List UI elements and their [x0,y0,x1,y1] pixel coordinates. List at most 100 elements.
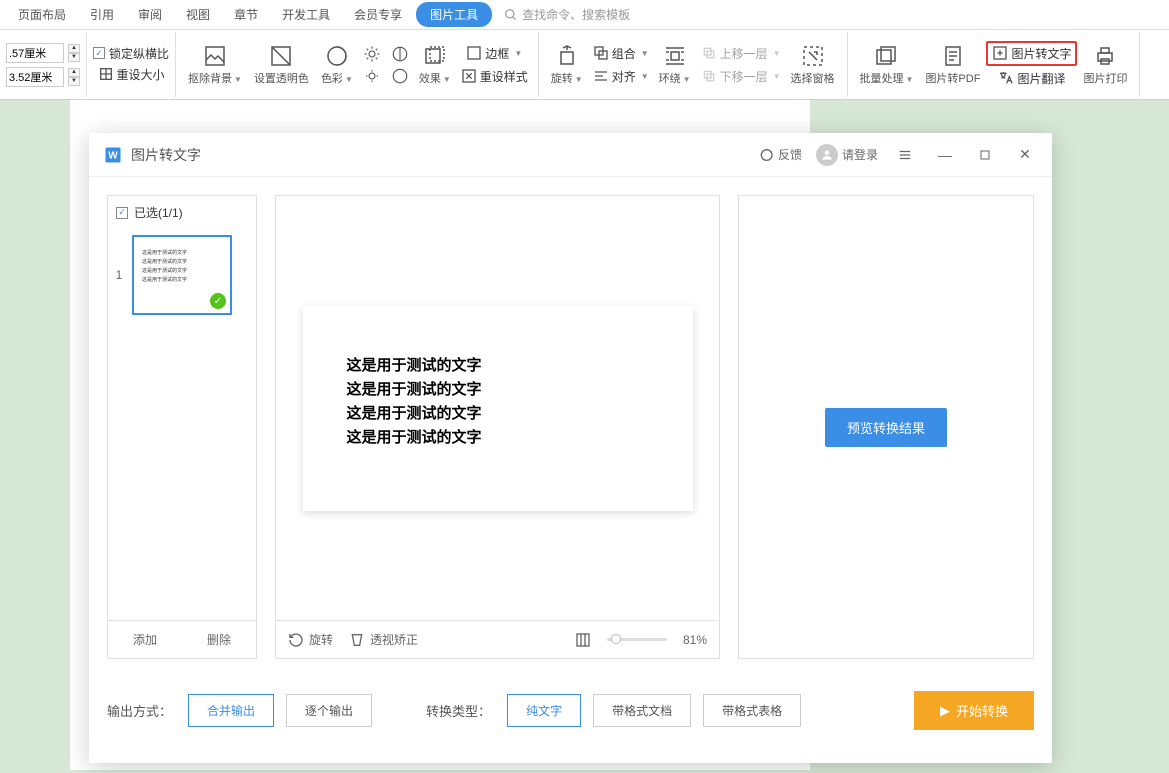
select-all-checkbox[interactable]: ✓ [116,207,128,219]
result-panel: 预览转换结果 [738,195,1034,659]
login-button[interactable]: 请登录 [816,144,878,166]
menu-review[interactable]: 审阅 [128,2,172,27]
combine-button[interactable]: 组合▼ [589,43,653,64]
border-icon [466,45,482,61]
select-pane-icon [801,44,825,68]
move-up-button[interactable]: 上移一层▼ [697,43,785,64]
dialog-title-icon: W [103,145,123,165]
avatar-icon [816,144,838,166]
menu-view[interactable]: 视图 [176,2,220,27]
border-button[interactable]: 边框▼ [457,43,532,64]
effect-button[interactable]: 效果▼ [413,42,457,88]
remove-bg-button[interactable]: 抠除背景▼ [182,42,248,88]
thumbnail[interactable]: 这是用于测试的文字 这是用于测试的文字 这是用于测试的文字 这是用于测试的文字 … [132,235,232,315]
maximize-icon [979,149,991,161]
combine-icon [593,45,609,61]
start-convert-button[interactable]: ▶ 开始转换 [914,691,1034,730]
menu-picture-tools[interactable]: 图片工具 [416,2,492,27]
print-image-button[interactable]: 图片打印 [1077,42,1133,88]
slider-thumb[interactable] [611,634,621,644]
close-icon: ✕ [1019,146,1031,163]
perspective-icon [349,632,365,648]
color-button[interactable]: 色彩▼ [315,42,359,88]
minimize-icon: — [938,147,952,163]
height-down[interactable]: ▼ [68,53,80,62]
batch-button[interactable]: 批量处理▼ [854,42,920,88]
menu-button[interactable] [892,142,918,168]
dialog-title: 图片转文字 [131,145,758,165]
maximize-button[interactable] [972,142,998,168]
rotate-preview-icon [288,632,304,648]
menu-references[interactable]: 引用 [80,2,124,27]
output-separate-option[interactable]: 逐个输出 [286,694,372,727]
svg-text:W: W [108,150,118,161]
thumbnail-item[interactable]: 1 这是用于测试的文字 这是用于测试的文字 这是用于测试的文字 这是用于测试的文… [112,235,252,315]
preview-area: 这是用于测试的文字 这是用于测试的文字 这是用于测试的文字 这是用于测试的文字 [276,196,719,620]
rotate-preview-button[interactable]: 旋转 [288,631,333,648]
type-doc-option[interactable]: 带格式文档 [593,694,691,727]
move-up-icon [701,45,717,61]
reset-style-button[interactable]: 重设样式 [457,66,532,87]
preview-image: 这是用于测试的文字 这是用于测试的文字 这是用于测试的文字 这是用于测试的文字 [303,306,693,511]
reset-size-button[interactable]: 重设大小 [93,64,169,85]
move-down-icon [701,68,717,84]
batch-icon [874,44,898,68]
perspective-button[interactable]: 透视矫正 [349,631,418,648]
reset-style-icon [461,68,477,84]
wrap-icon [663,44,687,68]
thumbnail-index: 1 [112,268,126,282]
width-down[interactable]: ▼ [68,77,80,86]
height-input[interactable] [6,43,64,63]
zoom-slider[interactable] [607,638,667,641]
output-merge-option[interactable]: 合并输出 [188,694,274,727]
align-button[interactable]: 对齐▼ [589,66,653,87]
zoom-level: 81% [683,633,707,647]
menu-sections[interactable]: 章节 [224,2,268,27]
contrast-button[interactable] [387,44,413,64]
menu-dev-tools[interactable]: 开发工具 [272,2,340,27]
convert-type-label: 转换类型： [426,701,491,720]
select-pane-button[interactable]: 选择窗格 [785,42,841,88]
minimize-button[interactable]: — [932,142,958,168]
add-button[interactable]: 添加 [108,621,182,658]
lock-aspect-label: 锁定纵横比 [109,45,169,62]
preview-result-button[interactable]: 预览转换结果 [825,408,947,447]
rotate-icon [555,44,579,68]
chat-icon [758,147,774,163]
brightness-button[interactable] [359,44,385,64]
print-icon [1093,44,1117,68]
translate-icon [998,70,1014,86]
set-transparent-button[interactable]: 设置透明色 [248,42,315,88]
menu-member[interactable]: 会员专享 [344,2,412,27]
delete-button[interactable]: 删除 [182,621,256,658]
remove-bg-icon [203,44,227,68]
pdf-icon [941,44,965,68]
type-table-option[interactable]: 带格式表格 [703,694,801,727]
width-input[interactable] [6,67,64,87]
brightness-down-button[interactable] [359,66,385,86]
lock-aspect-checkbox[interactable]: ✓ [93,47,105,59]
to-text-button[interactable]: 图片转文字 [986,41,1077,66]
feedback-button[interactable]: 反馈 [758,146,802,163]
hamburger-icon [898,148,912,162]
command-search[interactable]: 查找命令、搜索模板 [504,6,630,23]
transparent-icon [269,44,293,68]
contrast-down-button[interactable] [387,66,413,86]
close-button[interactable]: ✕ [1012,142,1038,168]
ocr-dialog: W 图片转文字 反馈 请登录 — ✕ ✓ [89,133,1052,763]
translate-button[interactable]: 图片翻译 [986,68,1077,89]
menu-page-layout[interactable]: 页面布局 [8,2,76,27]
rotate-button[interactable]: 旋转▼ [545,42,589,88]
height-up[interactable]: ▲ [68,44,80,53]
wrap-button[interactable]: 环绕▼ [653,42,697,88]
to-pdf-button[interactable]: 图片转PDF [919,42,986,88]
fit-icon[interactable] [575,632,591,648]
move-down-button[interactable]: 下移一层▼ [697,66,785,87]
type-text-option[interactable]: 纯文字 [507,694,581,727]
align-icon [593,68,609,84]
search-placeholder: 查找命令、搜索模板 [522,6,630,23]
reset-size-icon [98,66,114,82]
width-up[interactable]: ▲ [68,68,80,77]
play-icon: ▶ [940,703,950,719]
selected-count-label: 已选(1/1) [134,204,183,221]
